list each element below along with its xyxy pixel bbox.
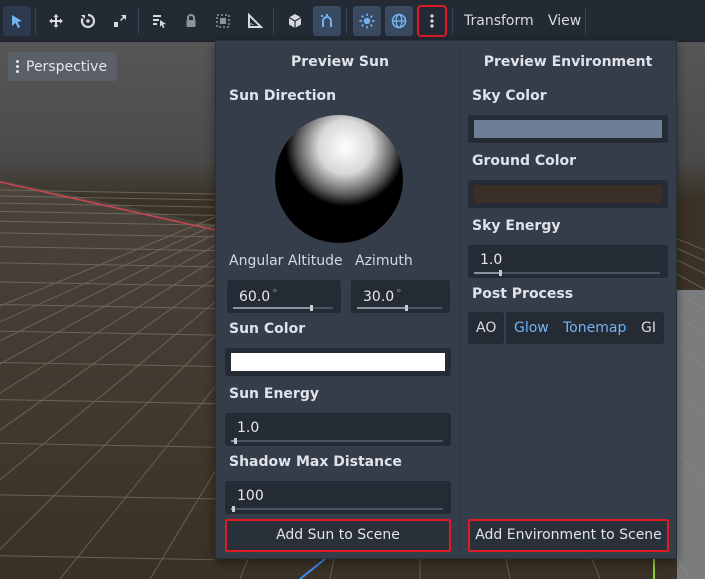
move-icon[interactable] (42, 6, 70, 36)
sky-energy-label: Sky Energy (472, 218, 561, 234)
environment-icon[interactable] (385, 6, 413, 36)
menu-dots-icon (16, 60, 19, 73)
add-environment-to-scene-button[interactable]: Add Environment to Scene (468, 519, 669, 552)
azimuth-spinbox[interactable]: 30.0 ° (351, 280, 450, 313)
sun-direction-sphere[interactable] (274, 114, 404, 244)
shadow-max-distance-value: 100 (237, 488, 264, 504)
perspective-label: Perspective (26, 58, 108, 75)
sky-energy-value: 1.0 (480, 252, 503, 268)
sun-direction-label: Sun Direction (229, 88, 337, 104)
sun-color-swatch (231, 353, 445, 371)
scale-icon[interactable] (106, 6, 134, 36)
azimuth-value: 30.0 (363, 289, 395, 305)
preview-settings-popup: Preview Sun Sun Direction Angular Altitu… (215, 40, 677, 559)
group-icon[interactable] (209, 6, 237, 36)
sky-energy-spinbox[interactable]: 1.0 (468, 245, 668, 278)
ground-color-label: Ground Color (472, 153, 577, 169)
snap-icon[interactable] (313, 6, 341, 36)
glow-toggle[interactable]: Glow (506, 312, 557, 344)
post-process-toggles: AO Glow Tonemap GI (468, 312, 668, 344)
angular-altitude-spinbox[interactable]: 60.0 ° (227, 280, 341, 313)
sun-color-label: Sun Color (229, 321, 306, 337)
angular-altitude-label: Angular Altitude (229, 253, 343, 269)
rotate-icon[interactable] (74, 6, 102, 36)
ground-color-swatch (474, 185, 662, 203)
add-sun-to-scene-button[interactable]: Add Sun to Scene (225, 519, 451, 552)
lock-icon[interactable] (177, 6, 205, 36)
sun-color-picker[interactable] (225, 348, 451, 376)
more-options-icon[interactable] (417, 5, 447, 37)
azimuth-label: Azimuth (355, 253, 413, 269)
ground-color-picker[interactable] (468, 180, 668, 208)
preview-environment-title: Preview Environment (483, 54, 653, 70)
transform-menu[interactable]: Transform (456, 6, 542, 36)
sky-color-picker[interactable] (468, 115, 668, 143)
tonemap-toggle[interactable]: Tonemap (555, 312, 635, 344)
sun-icon[interactable] (353, 6, 381, 36)
preview-sun-title: Preview Sun (291, 54, 389, 70)
ao-toggle[interactable]: AO (468, 312, 505, 344)
select-icon[interactable] (3, 6, 31, 36)
ruler-icon[interactable] (241, 6, 269, 36)
sun-energy-spinbox[interactable]: 1.0 (225, 413, 451, 446)
post-process-label: Post Process (472, 286, 574, 302)
gi-toggle[interactable]: GI (633, 312, 664, 344)
sky-color-swatch (474, 120, 662, 138)
perspective-menu-button[interactable]: Perspective (8, 52, 118, 81)
view-menu[interactable]: View (540, 6, 589, 36)
sun-energy-label: Sun Energy (229, 386, 319, 402)
local-space-icon[interactable] (281, 6, 309, 36)
shadow-max-distance-spinbox[interactable]: 100 (225, 481, 451, 514)
angular-altitude-value: 60.0 (239, 289, 271, 305)
angular-altitude-unit: ° (272, 287, 278, 300)
azimuth-unit: ° (396, 287, 402, 300)
sun-energy-value: 1.0 (237, 420, 260, 436)
toolbar: Transform View (0, 0, 705, 42)
sky-color-label: Sky Color (472, 88, 547, 104)
list-select-icon[interactable] (145, 6, 173, 36)
shadow-max-distance-label: Shadow Max Distance (229, 454, 402, 470)
